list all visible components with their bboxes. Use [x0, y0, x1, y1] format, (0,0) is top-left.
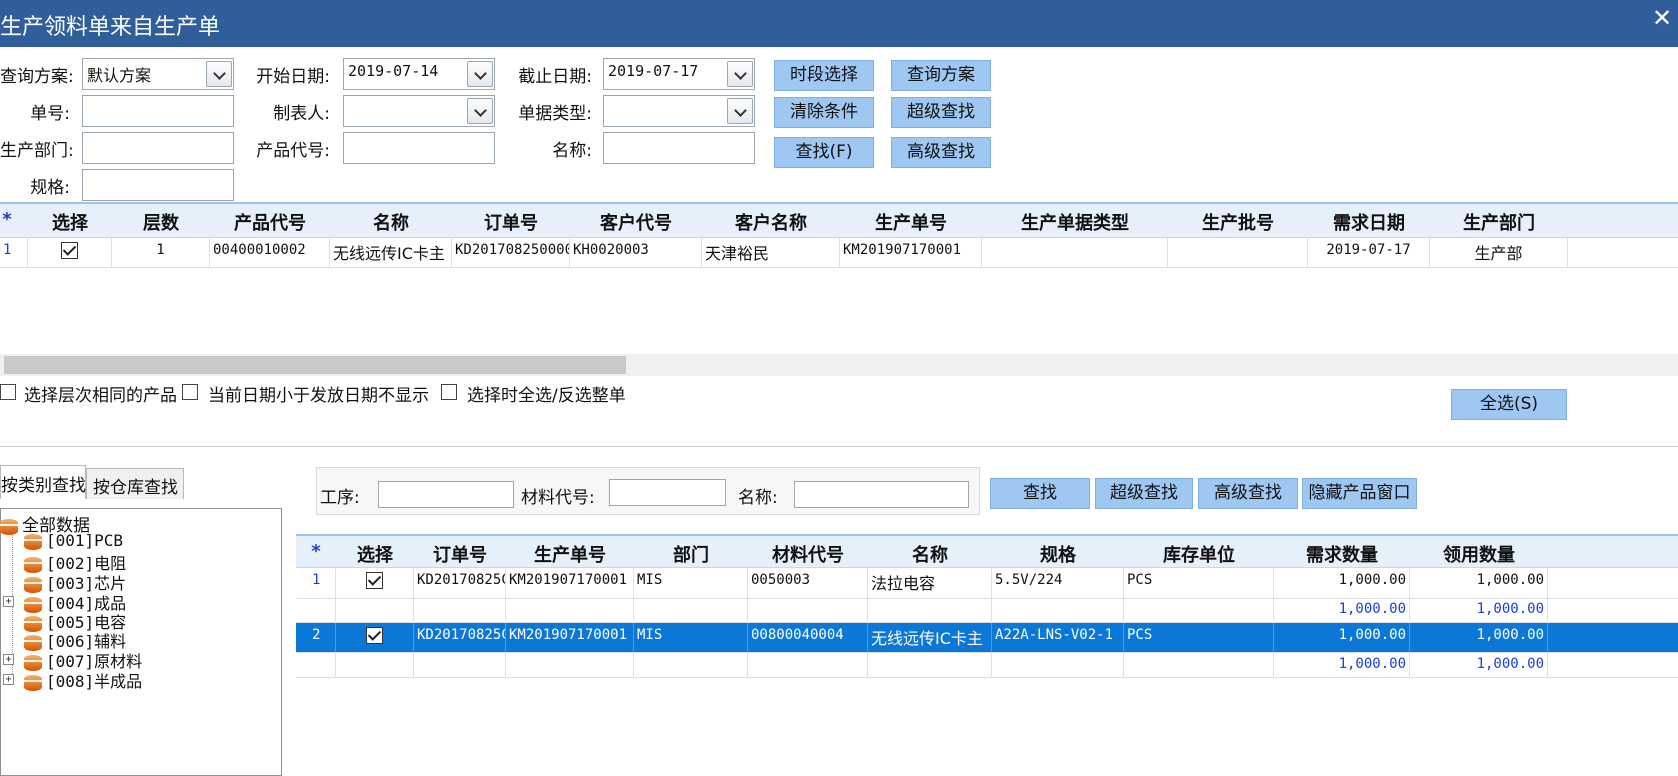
product-code-input[interactable]: [343, 132, 495, 164]
table-row-selected[interactable]: 2 KD20170825C KM201907170001 MIS 0080004…: [296, 623, 1678, 653]
material-find-button[interactable]: 查找: [990, 478, 1090, 509]
col-cust-code[interactable]: 客户代号: [570, 204, 702, 237]
chevron-down-icon[interactable]: [727, 61, 753, 87]
tab-by-category[interactable]: 按类别查找: [0, 465, 86, 499]
material-name-label: 名称:: [738, 488, 778, 508]
col-select[interactable]: 选择: [336, 536, 414, 567]
scrollbar-thumb[interactable]: [4, 356, 626, 374]
spec-label: 规格:: [30, 178, 70, 198]
col-need-date[interactable]: 需求日期: [1308, 204, 1430, 237]
hide-product-window-button[interactable]: 隐藏产品窗口: [1302, 478, 1417, 509]
chevron-down-icon[interactable]: [467, 98, 493, 124]
col-dept[interactable]: 生产部门: [1430, 204, 1568, 237]
col-order-no[interactable]: 订单号: [452, 204, 570, 237]
col-select[interactable]: 选择: [28, 204, 112, 237]
row-marker: *: [311, 541, 321, 562]
col-material-code[interactable]: 材料代号: [748, 536, 868, 567]
col-level[interactable]: 层数: [112, 204, 210, 237]
bill-no-input[interactable]: [82, 95, 234, 127]
upper-grid-header: * 选择 层数 产品代号 名称 订单号 客户代号 客户名称 生产单号 生产单据类…: [0, 202, 1678, 238]
product-code-label: 产品代号:: [256, 141, 330, 161]
database-icon: [24, 674, 42, 691]
material-code-label: 材料代号:: [521, 488, 595, 508]
col-prod-no[interactable]: 生产单号: [506, 536, 634, 567]
window-title: 生产领料单来自生产单: [0, 15, 221, 40]
same-level-label: 选择层次相同的产品: [24, 386, 177, 406]
tab-by-warehouse[interactable]: 按仓库查找: [86, 468, 184, 499]
expand-icon[interactable]: +: [3, 654, 14, 665]
divider: [0, 446, 1678, 447]
dept-input[interactable]: [82, 132, 234, 164]
col-product-code[interactable]: 产品代号: [210, 204, 330, 237]
period-select-button[interactable]: 时段选择: [774, 60, 874, 91]
scheme-label: 查询方案:: [0, 67, 74, 87]
database-icon: [24, 533, 42, 550]
expand-icon[interactable]: +: [3, 596, 14, 607]
maker-label: 制表人:: [273, 104, 330, 124]
row-checkbox[interactable]: [61, 242, 78, 259]
tree-item[interactable]: [008]半成品: [24, 668, 142, 692]
doc-type-select[interactable]: [603, 95, 755, 127]
row-marker: *: [2, 209, 12, 230]
name-input[interactable]: [603, 132, 755, 164]
super-find-button[interactable]: 超级查找: [891, 97, 991, 128]
col-cust-name[interactable]: 客户名称: [702, 204, 840, 237]
material-super-find-button[interactable]: 超级查找: [1095, 478, 1193, 509]
row-checkbox[interactable]: [366, 572, 383, 589]
chevron-down-icon[interactable]: [206, 61, 232, 87]
lower-grid-header: * 选择 订单号 生产单号 部门 材料代号 名称 规格 库存单位 需求数量 领用…: [296, 534, 1678, 568]
close-icon[interactable]: ✕: [1652, 4, 1672, 32]
doc-type-label: 单据类型:: [518, 104, 592, 124]
name-label: 名称:: [552, 141, 592, 161]
material-code-input[interactable]: [609, 479, 726, 506]
col-name[interactable]: 名称: [868, 536, 992, 567]
material-advanced-find-button[interactable]: 高级查找: [1198, 478, 1298, 509]
tree-item[interactable]: [001]PCB: [24, 531, 123, 550]
expand-icon[interactable]: +: [3, 674, 14, 685]
spec-input[interactable]: [82, 169, 234, 201]
col-use-qty[interactable]: 领用数量: [1410, 536, 1548, 567]
col-prod-type[interactable]: 生产单据类型: [982, 204, 1168, 237]
end-date-input[interactable]: 2019-07-17: [603, 58, 755, 90]
chevron-down-icon[interactable]: [467, 61, 493, 87]
row-checkbox[interactable]: [366, 627, 383, 644]
table-row-subtotal: 1,000.00 1,000.00: [296, 653, 1678, 678]
same-level-checkbox[interactable]: [0, 384, 16, 400]
material-name-input[interactable]: [794, 481, 969, 508]
process-label: 工序:: [320, 488, 360, 508]
find-button[interactable]: 查找(F): [774, 137, 874, 168]
clear-conditions-button[interactable]: 清除条件: [774, 97, 874, 128]
table-row[interactable]: 1 KD20170825C KM201907170001 MIS 0050003…: [296, 568, 1678, 599]
table-row[interactable]: 1 1 00400010002 无线远传IC卡主 KD201708250000 …: [0, 238, 1678, 268]
hide-before-checkbox[interactable]: [182, 384, 198, 400]
title-bar: 生产领料单来自生产单 ✕: [0, 0, 1678, 47]
hide-before-label: 当前日期小于发放日期不显示: [208, 386, 429, 406]
col-prod-no[interactable]: 生产单号: [840, 204, 982, 237]
col-need-qty[interactable]: 需求数量: [1274, 536, 1410, 567]
end-date-label: 截止日期:: [518, 67, 592, 87]
toggle-whole-checkbox[interactable]: [441, 384, 457, 400]
start-date-input[interactable]: 2019-07-14: [343, 58, 495, 90]
toggle-whole-label: 选择时全选/反选整单: [467, 386, 626, 406]
advanced-find-button[interactable]: 高级查找: [891, 137, 991, 168]
database-icon: [0, 518, 18, 535]
start-date-label: 开始日期:: [256, 67, 330, 87]
col-order-no[interactable]: 订单号: [414, 536, 506, 567]
horizontal-scrollbar[interactable]: [0, 354, 1678, 376]
col-dept[interactable]: 部门: [634, 536, 748, 567]
chevron-down-icon[interactable]: [727, 98, 753, 124]
bill-no-label: 单号:: [30, 104, 70, 124]
col-batch[interactable]: 生产批号: [1168, 204, 1308, 237]
table-row-subtotal: 1,000.00 1,000.00: [296, 599, 1678, 623]
process-input[interactable]: [378, 481, 514, 508]
col-name[interactable]: 名称: [330, 204, 452, 237]
query-scheme-button[interactable]: 查询方案: [891, 60, 991, 91]
col-spec[interactable]: 规格: [992, 536, 1124, 567]
maker-select[interactable]: [343, 95, 495, 127]
col-unit[interactable]: 库存单位: [1124, 536, 1274, 567]
dept-label: 生产部门:: [0, 141, 74, 161]
scheme-select[interactable]: 默认方案: [82, 58, 234, 90]
select-all-button[interactable]: 全选(S): [1451, 389, 1567, 420]
